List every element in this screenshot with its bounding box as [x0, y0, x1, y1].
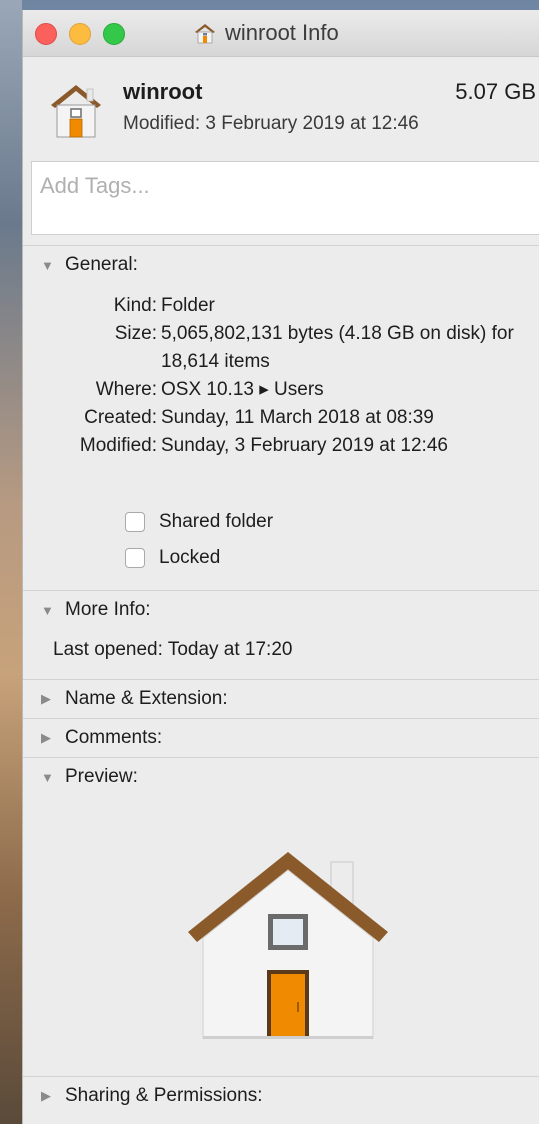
detail-row-modified: Modified: Sunday, 3 February 2019 at 12:…: [23, 432, 539, 460]
detail-label: Where:: [95, 379, 157, 400]
home-folder-icon: [188, 852, 388, 1039]
file-modified: Modified: 3 February 2019 at 12:46: [123, 113, 419, 134]
detail-value: Sunday, 3 February 2019 at 12:46: [161, 435, 448, 456]
detail-label: Kind:: [113, 295, 157, 316]
file-name: winroot: [123, 79, 203, 104]
disclosure-triangle-right-icon[interactable]: ▶: [41, 730, 55, 746]
zoom-button[interactable]: [103, 23, 125, 45]
disclosure-triangle-down-icon[interactable]: ▼: [41, 258, 55, 273]
section-sharing-title: Sharing & Permissions:: [65, 1085, 263, 1106]
section-preview-title: Preview:: [65, 766, 138, 787]
window-title-text: winroot Info: [225, 20, 339, 45]
detail-row-created: Created: Sunday, 11 March 2018 at 08:39: [23, 404, 539, 432]
section-comments-title: Comments:: [65, 727, 163, 748]
shared-folder-checkbox[interactable]: Shared folder: [125, 504, 539, 540]
last-opened-value: Today at 17:20: [167, 639, 293, 660]
info-window: winroot Info winroot 5.07 GB Modified: 3…: [22, 10, 539, 1124]
locked-checkbox[interactable]: Locked: [125, 540, 539, 576]
detail-row-size: Size: 5,065,802,131 bytes (4.18 GB on di…: [23, 320, 539, 376]
detail-value: 5,065,802,131 bytes (4.18 GB on disk) fo…: [161, 323, 514, 372]
section-general-header[interactable]: ▼ General:: [23, 246, 539, 284]
home-folder-icon: [195, 24, 215, 44]
detail-row-kind: Kind: Folder: [23, 292, 539, 320]
section-name-extension-header[interactable]: ▶ Name & Extension:: [23, 680, 539, 718]
last-opened-label: Last opened:: [53, 639, 163, 660]
disclosure-triangle-down-icon[interactable]: ▼: [41, 770, 55, 785]
tags-input[interactable]: [38, 172, 512, 200]
detail-row-where: Where: OSX 10.13 ▸ Users: [23, 376, 539, 404]
section-name-extension-title: Name & Extension:: [65, 688, 228, 709]
checkbox-box[interactable]: [125, 512, 145, 532]
home-folder-icon: [51, 85, 101, 138]
disclosure-triangle-down-icon[interactable]: ▼: [41, 603, 55, 618]
file-size: 5.07 GB: [455, 79, 536, 104]
section-preview-header[interactable]: ▼ Preview:: [23, 758, 539, 796]
minimize-button[interactable]: [69, 23, 91, 45]
window-title: winroot Info: [193, 10, 339, 56]
section-sharing-header[interactable]: ▶ Sharing & Permissions:: [23, 1077, 539, 1115]
section-more-info-title: More Info:: [65, 599, 151, 620]
checkbox-box[interactable]: [125, 548, 145, 568]
section-more-info-header[interactable]: ▼ More Info:: [23, 591, 539, 629]
checkbox-label[interactable]: Locked: [159, 547, 220, 569]
close-button[interactable]: [35, 23, 57, 45]
detail-value: Sunday, 11 March 2018 at 08:39: [161, 407, 434, 428]
desktop-background: [0, 0, 22, 1124]
tags-field[interactable]: [31, 161, 539, 235]
title-bar[interactable]: winroot Info: [23, 10, 539, 57]
section-general-title: General:: [65, 254, 138, 275]
section-comments-header[interactable]: ▶ Comments:: [23, 719, 539, 757]
preview-area: [23, 796, 539, 1076]
general-details: Kind: Folder Size: 5,065,802,131 bytes (…: [23, 284, 539, 460]
checkbox-label[interactable]: Shared folder: [159, 511, 273, 533]
file-header: winroot 5.07 GB Modified: 3 February 201…: [23, 57, 539, 161]
disclosure-triangle-right-icon[interactable]: ▶: [41, 691, 55, 707]
detail-value: OSX 10.13 ▸ Users: [161, 379, 324, 400]
disclosure-triangle-right-icon[interactable]: ▶: [41, 1088, 55, 1104]
general-checkboxes: Shared folder Locked: [23, 460, 539, 576]
last-opened-row: Last opened: Today at 17:20: [23, 629, 539, 679]
detail-label: Modified:: [79, 435, 157, 456]
detail-label: Created:: [84, 407, 157, 428]
detail-label: Size:: [114, 323, 157, 344]
detail-value: Folder: [161, 295, 215, 316]
